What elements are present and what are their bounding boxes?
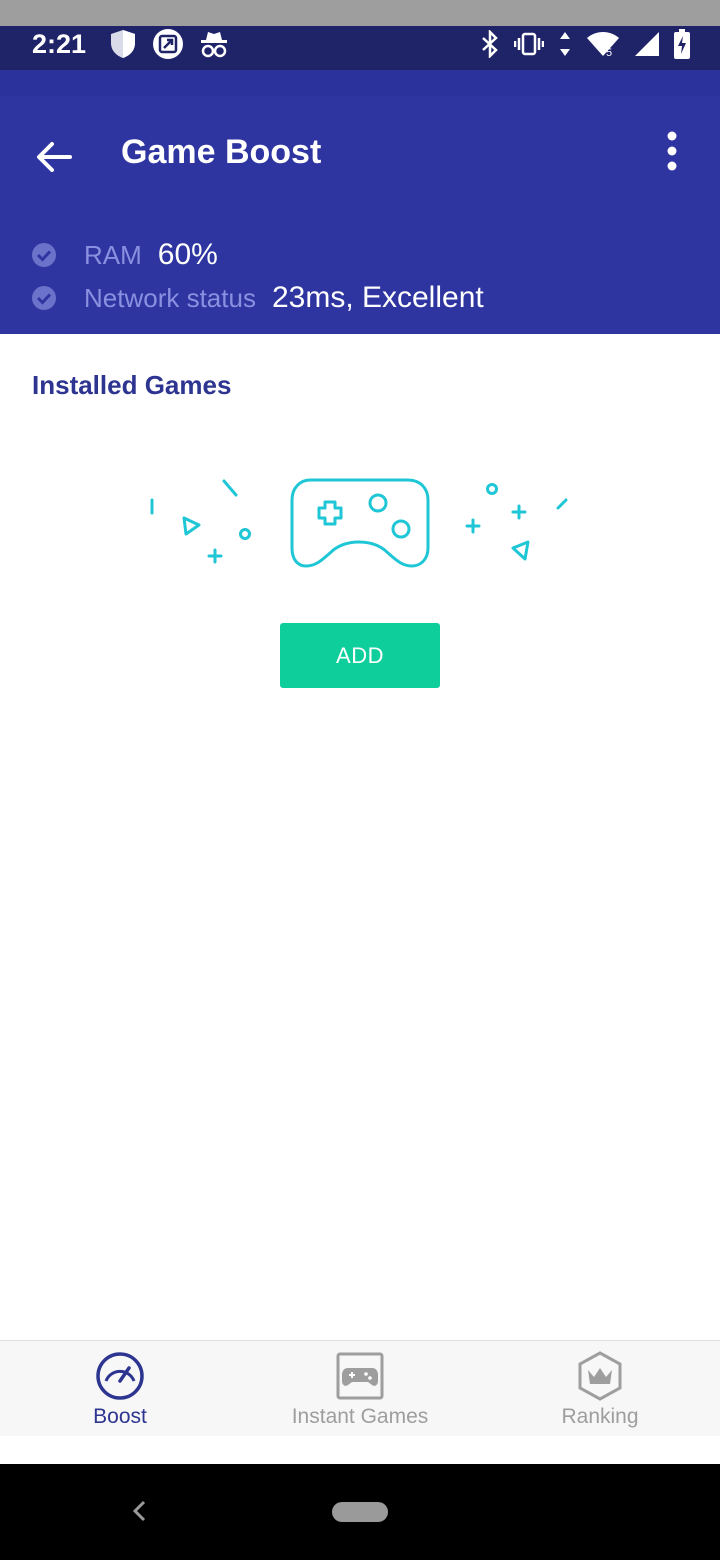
wifi-icon: 5	[587, 32, 619, 58]
data-arrows-icon	[560, 32, 570, 56]
status-left-icons	[108, 22, 230, 66]
screenshot-icon	[153, 29, 183, 59]
nav-label: Ranking	[561, 1405, 639, 1428]
status-bar: 2:21 5	[0, 26, 720, 70]
bottom-navigation: Boost Instant Games Ranking	[0, 1340, 720, 1437]
metric-value: 60%	[157, 238, 218, 271]
shield-icon	[111, 30, 135, 58]
nav-label: Instant Games	[291, 1405, 429, 1428]
more-options-button[interactable]	[655, 128, 689, 178]
system-home-button[interactable]	[332, 1502, 388, 1522]
vibrate-icon	[514, 32, 544, 56]
signal-icon	[635, 32, 659, 56]
gamepad-illustration	[150, 478, 568, 568]
back-button[interactable]	[30, 132, 80, 182]
nav-item-instant-games[interactable]: Instant Games	[240, 1341, 480, 1437]
metric-label: Network status	[84, 282, 256, 313]
incognito-icon	[201, 32, 227, 58]
more-vert-icon	[667, 131, 677, 171]
page-title: Game Boost	[121, 133, 322, 171]
add-button[interactable]: ADD	[280, 623, 440, 688]
check-circle-icon	[32, 243, 56, 267]
nav-item-boost[interactable]: Boost	[0, 1341, 240, 1437]
battery-charging-icon	[674, 29, 690, 59]
check-circle-icon	[32, 286, 56, 310]
nav-label: Boost	[93, 1405, 147, 1428]
bluetooth-icon	[482, 30, 498, 58]
gamepad-icon	[336, 1352, 384, 1400]
status-time: 2:21	[32, 29, 87, 59]
metric-label: RAM	[84, 239, 142, 270]
svg-text:5: 5	[606, 47, 612, 58]
metric-ram: RAM 60%	[32, 235, 218, 275]
arrow-back-icon	[37, 142, 72, 172]
system-back-icon[interactable]	[126, 1494, 152, 1528]
crown-icon	[578, 1351, 622, 1401]
speedometer-icon	[96, 1352, 144, 1400]
status-right-icons: 5	[480, 22, 690, 66]
section-title: Installed Games	[32, 370, 232, 400]
nav-item-ranking[interactable]: Ranking	[480, 1341, 720, 1437]
metric-network: Network status 23ms, Excellent	[32, 278, 484, 318]
metric-value: 23ms, Excellent	[271, 281, 484, 314]
app-bar: Game Boost RAM 60% Network status 23ms, …	[0, 70, 720, 334]
